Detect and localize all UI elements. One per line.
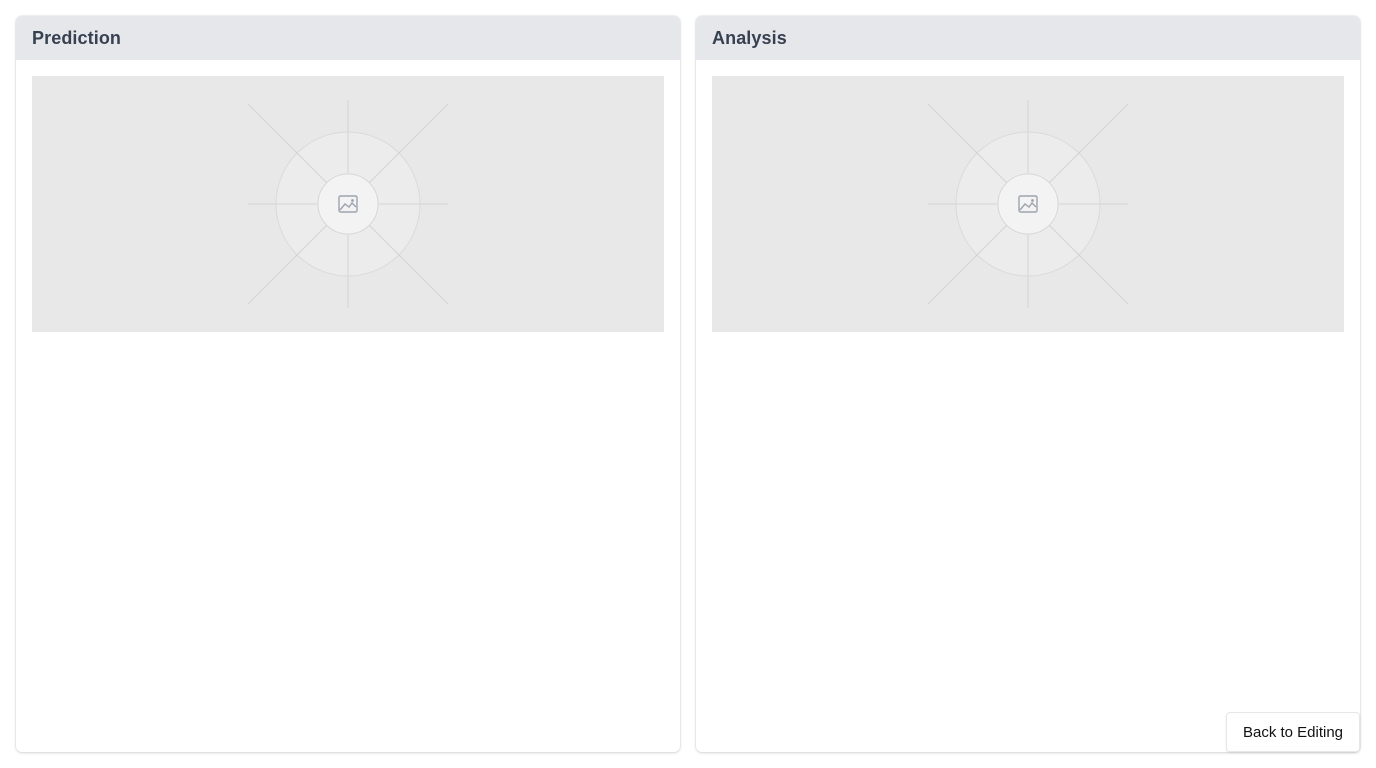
analysis-panel: Analysis bbox=[696, 16, 1360, 752]
prediction-panel: Prediction bbox=[16, 16, 680, 752]
prediction-panel-title: Prediction bbox=[32, 27, 122, 48]
prediction-panel-header: Prediction bbox=[16, 16, 680, 60]
analysis-panel-header: Analysis bbox=[696, 16, 1360, 60]
analysis-image-placeholder bbox=[712, 76, 1344, 332]
placeholder-graphic bbox=[247, 100, 449, 308]
back-to-editing-button[interactable]: Back to Editing bbox=[1226, 712, 1360, 752]
analysis-panel-title: Analysis bbox=[712, 27, 787, 48]
placeholder-graphic bbox=[927, 100, 1129, 308]
prediction-image-placeholder bbox=[32, 76, 664, 332]
